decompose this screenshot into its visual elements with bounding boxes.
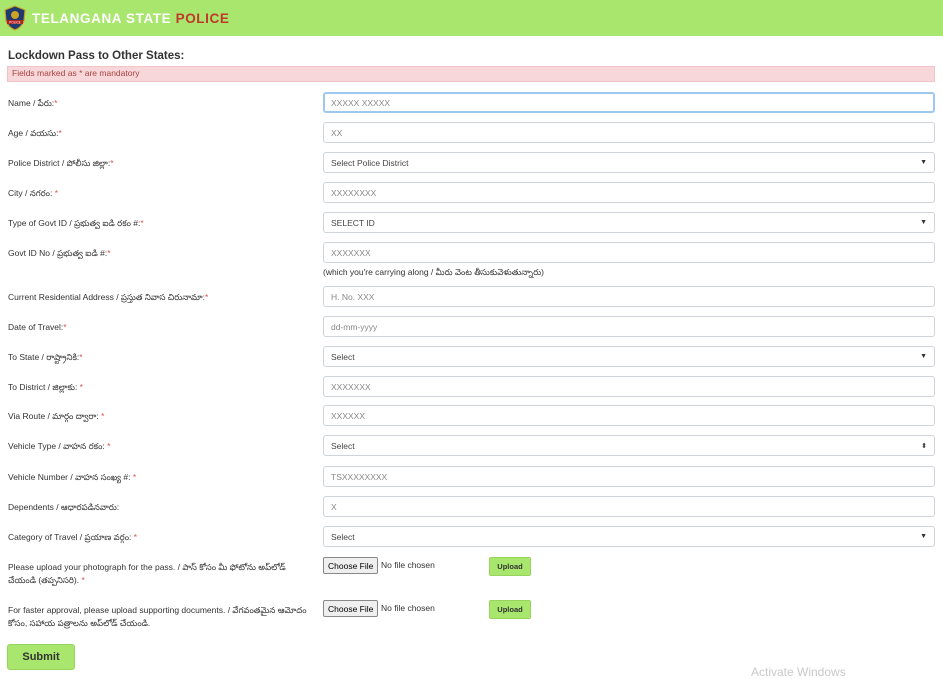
chevron-down-icon: ▼ [920,533,927,540]
govt-id-no-input[interactable]: XXXXXXX [323,242,935,263]
vehicle-type-value: Select [331,440,355,451]
header-bar: POLICE TELANGANA STATE POLICE [0,0,943,36]
site-title-main: TELANGANA STATE [32,10,176,26]
mandatory-alert: Fields marked as * are mandatory [7,66,935,82]
age-label: Age / వయసు:* [8,128,62,138]
vehicle-number-value: TSXXXXXXXX [331,471,388,482]
travel-date-label: Date of Travel:* [8,322,67,332]
vehicle-type-label: Vehicle Type / వాహన రకం: * [8,441,111,451]
govt-id-type-label: Type of Govt ID / ప్రభుత్వ ఐడి రకం #:* [8,218,144,228]
name-input[interactable]: XXXXX XXXXX [323,92,935,113]
govt-id-help-text: (which you're carrying along / మీరు వెంట… [323,267,545,277]
to-state-label: To State / రాష్ట్రానికి:* [8,352,83,362]
govt-id-no-label: Govt ID No / ప్రభుత్వ ఐడి #:* [8,248,111,258]
dependents-label: Dependents / ఆధారపడినవారు: [8,502,120,512]
documents-upload-label: For faster approval, please upload suppo… [8,605,307,628]
chevron-down-icon: ▼ [920,353,927,360]
logo-text: POLICE [9,20,20,24]
chevron-updown-icon: ⬍ [921,442,927,450]
name-label: Name / పేరు:* [8,98,58,108]
documents-file-status: No file chosen [381,603,435,613]
address-input[interactable]: H. No. XXX [323,286,935,307]
via-route-input[interactable]: XXXXXX [323,405,935,426]
address-label: Current Residential Address / ప్రస్తుత న… [8,292,209,302]
vehicle-number-label: Vehicle Number / వాహన సంఖ్య #: * [8,472,137,482]
via-route-label: Via Route / మార్గం ద్వారా: * [8,411,105,421]
to-district-label: To District / జిల్లాకు: * [8,382,83,392]
photo-choose-file-button[interactable]: Choose File [323,557,379,574]
govt-id-no-value: XXXXXXX [331,247,371,258]
form-title: Lockdown Pass to Other States: [8,50,185,62]
chevron-down-icon: ▼ [920,159,927,166]
via-route-value: XXXXXX [331,410,366,421]
windows-activation-watermark: Activate Windows [751,665,846,679]
age-value: XX [331,127,343,138]
police-district-label: Police District / పోలీసు జిల్లా:* [8,158,114,168]
documents-choose-file-button[interactable]: Choose File [323,600,379,617]
dependents-value: X [331,501,337,512]
mandatory-note: Fields marked as * are mandatory [12,68,140,78]
site-title: TELANGANA STATE POLICE [32,11,229,26]
dependents-input[interactable]: X [323,496,935,517]
photo-upload-label: Please upload your photograph for the pa… [8,562,286,585]
category-label: Category of Travel / ప్రయాణ వర్గం: * [8,532,138,542]
photo-upload-button[interactable]: Upload [489,557,531,576]
vehicle-type-select[interactable]: Select ⬍ [323,435,935,456]
police-badge-icon: POLICE [4,5,26,31]
to-state-value: Select [331,351,355,362]
city-input[interactable]: XXXXXXXX [323,182,935,203]
chevron-down-icon: ▼ [920,219,927,226]
travel-date-input[interactable]: dd-mm-yyyy [323,316,935,337]
to-district-input[interactable]: XXXXXXX [323,376,935,397]
to-district-value: XXXXXXX [331,381,371,392]
travel-date-value: dd-mm-yyyy [331,321,378,332]
police-district-select[interactable]: Select Police District ▼ [323,152,935,173]
name-value: XXXXX XXXXX [331,97,391,108]
city-value: XXXXXXXX [331,187,377,198]
category-select[interactable]: Select ▼ [323,526,935,547]
photo-file-status: No file chosen [381,560,435,570]
address-value: H. No. XXX [331,291,375,302]
site-title-accent: POLICE [175,10,230,26]
category-value: Select [331,531,355,542]
age-input[interactable]: XX [323,122,935,143]
police-district-value: Select Police District [331,157,409,168]
documents-upload-button[interactable]: Upload [489,600,531,619]
to-state-select[interactable]: Select ▼ [323,346,935,367]
govt-id-type-select[interactable]: SELECT ID ▼ [323,212,935,233]
vehicle-number-input[interactable]: TSXXXXXXXX [323,466,935,487]
city-label: City / నగరం: * [8,188,59,198]
govt-id-type-value: SELECT ID [331,217,375,228]
submit-button[interactable]: Submit [7,644,75,670]
